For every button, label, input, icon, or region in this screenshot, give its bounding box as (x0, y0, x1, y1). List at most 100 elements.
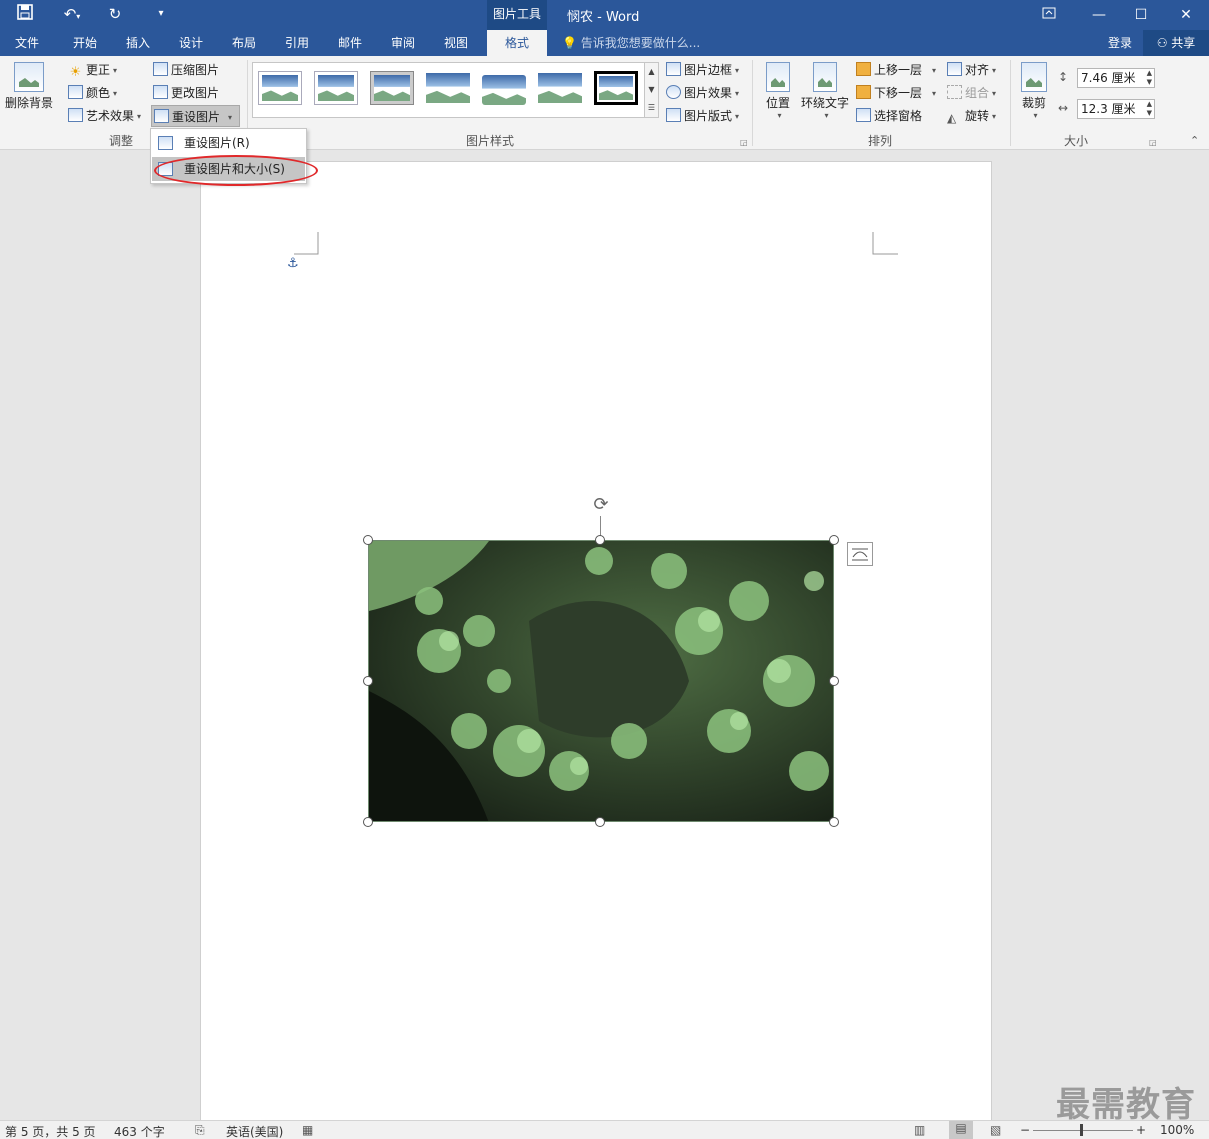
arrange-group-label: 排列 (868, 134, 893, 148)
align-button[interactable]: 对齐 ▾ (947, 60, 996, 80)
remove-background-button[interactable]: 删除背景 (2, 62, 56, 111)
rotate-button[interactable]: ◭ 旋转 ▾ (947, 106, 996, 126)
picture-style-thumb[interactable] (594, 71, 638, 105)
resize-handle[interactable] (829, 817, 839, 827)
zoom-slider[interactable] (1033, 1130, 1133, 1131)
close-button[interactable]: ✕ (1163, 2, 1209, 28)
layout-options-icon[interactable] (847, 542, 873, 566)
gallery-scroll[interactable]: ▲ ▼ ☰ (645, 62, 659, 118)
web-layout-icon[interactable]: ▧ (990, 1123, 1001, 1137)
reset-picture-button[interactable]: 重设图片 ▾ (151, 105, 240, 127)
tab-format[interactable]: 格式 (487, 30, 547, 56)
picture-content (369, 541, 833, 821)
reset-picture-icon (154, 109, 169, 123)
minimize-button[interactable]: — (1076, 2, 1122, 28)
share-button[interactable]: ⚇ 共享 (1143, 30, 1209, 56)
wrap-text-button[interactable]: 环绕文字 ▾ (800, 62, 850, 120)
collapse-ribbon-icon[interactable]: ⌃ (1190, 134, 1199, 147)
tab-file[interactable]: 文件 (4, 30, 50, 56)
more-icon[interactable]: ☰ (645, 99, 658, 117)
tab-insert[interactable]: 插入 (115, 30, 161, 56)
save-icon[interactable] (14, 4, 36, 24)
resize-handle[interactable] (363, 676, 373, 686)
login-link[interactable]: 登录 (1100, 30, 1140, 56)
read-mode-icon[interactable]: ▥ (914, 1123, 925, 1137)
group-icon (947, 85, 962, 99)
width-input[interactable]: 12.3 厘米 ▲ ▼ (1077, 99, 1155, 119)
resize-handle[interactable] (595, 817, 605, 827)
maximize-button[interactable]: ☐ (1118, 2, 1164, 28)
remove-background-icon (14, 62, 44, 92)
picture-border-button[interactable]: 图片边框 ▾ (666, 60, 739, 80)
spinner-icon[interactable]: ▲ ▼ (1147, 69, 1152, 87)
spinner-icon[interactable]: ▲ ▼ (1147, 100, 1152, 118)
crop-mark-top-right (872, 232, 898, 255)
resize-handle[interactable] (363, 535, 373, 545)
selection-pane-button[interactable]: 选择窗格 (856, 106, 922, 126)
language-indicator[interactable]: 英语(美国) (226, 1123, 283, 1139)
window-title: 悯农 - Word (567, 10, 640, 25)
customize-qat-icon[interactable]: ▾ (150, 4, 172, 24)
resize-handle[interactable] (829, 535, 839, 545)
picture-styles-group-label: 图片样式 (466, 134, 515, 148)
send-backward-label: 下移一层 (874, 86, 923, 100)
picture-style-thumb[interactable] (426, 71, 470, 105)
picture-style-thumb[interactable] (258, 71, 302, 105)
picture-layout-button[interactable]: 图片版式 ▾ (666, 106, 739, 126)
page-count[interactable]: 第 5 页，共 5 页 (5, 1123, 96, 1139)
bring-forward-button[interactable]: 上移一层 ▾ (856, 60, 936, 80)
tab-home[interactable]: 开始 (62, 30, 108, 56)
group-divider (752, 60, 753, 146)
crop-button[interactable]: 裁剪 ▾ (1016, 62, 1052, 120)
zoom-out-button[interactable]: − (1020, 1123, 1030, 1137)
picture-style-thumb[interactable] (314, 71, 358, 105)
align-icon (947, 62, 962, 76)
resize-handle[interactable] (363, 817, 373, 827)
tab-design[interactable]: 设计 (168, 30, 214, 56)
color-button[interactable]: 颜色 ▾ (68, 83, 117, 103)
word-count[interactable]: 463 个字 (114, 1123, 165, 1139)
position-button[interactable]: 位置 ▾ (760, 62, 796, 120)
macro-icon[interactable]: ▦ (302, 1123, 313, 1137)
dialog-launcher-icon[interactable]: ◲ (740, 138, 748, 147)
tell-me-box[interactable]: 💡 告诉我您想要做什么... (562, 30, 700, 56)
picture-style-thumb[interactable] (482, 71, 526, 105)
resize-handle[interactable] (595, 535, 605, 545)
ribbon-display-icon[interactable] (1026, 2, 1072, 28)
selected-picture[interactable] (368, 540, 834, 822)
reset-picture-menu-item[interactable]: 重设图片(R) (152, 131, 305, 155)
crop-label: 裁剪 (1021, 96, 1046, 110)
position-icon (766, 62, 790, 92)
send-backward-button[interactable]: 下移一层 ▾ (856, 83, 936, 103)
chevron-down-icon[interactable]: ▼ (645, 81, 658, 99)
artistic-effects-button[interactable]: 艺术效果 ▾ (68, 106, 141, 126)
dialog-launcher-icon[interactable]: ◲ (1149, 138, 1157, 147)
wrap-text-label: 环绕文字 (800, 96, 849, 110)
resize-handle[interactable] (829, 676, 839, 686)
corrections-button[interactable]: ☀ 更正 ▾ (68, 60, 117, 80)
remove-background-label: 删除背景 (4, 96, 53, 110)
undo-icon[interactable]: ↶▾ (57, 4, 87, 24)
compress-pictures-button[interactable]: 压缩图片 (153, 60, 219, 80)
change-picture-button[interactable]: 更改图片 (153, 83, 219, 103)
tab-layout[interactable]: 布局 (221, 30, 267, 56)
tab-references[interactable]: 引用 (274, 30, 320, 56)
group-button[interactable]: 组合 ▾ (947, 83, 996, 103)
picture-style-thumb[interactable] (370, 71, 414, 105)
height-input[interactable]: 7.46 厘米 ▲ ▼ (1077, 68, 1155, 88)
print-layout-icon[interactable]: ▤ (949, 1121, 973, 1139)
picture-layout-label: 图片版式 (684, 109, 733, 123)
tab-mailings[interactable]: 邮件 (327, 30, 373, 56)
picture-effects-button[interactable]: 图片效果 ▾ (666, 83, 739, 103)
tab-review[interactable]: 审阅 (380, 30, 426, 56)
rotate-handle-icon[interactable]: ⟳ (590, 494, 612, 516)
title-bar: ↶▾ ↻ ▾ 图片工具 悯农 - Word — ☐ ✕ (0, 0, 1209, 30)
adjust-group-label: 调整 (109, 134, 134, 148)
picture-style-thumb[interactable] (538, 71, 582, 105)
compress-icon (153, 62, 168, 76)
redo-icon[interactable]: ↻ (104, 4, 126, 24)
chevron-up-icon[interactable]: ▲ (645, 63, 658, 81)
proofing-icon[interactable]: ⎘ (195, 1123, 205, 1138)
picture-styles-gallery (252, 62, 645, 118)
tab-view[interactable]: 视图 (433, 30, 479, 56)
